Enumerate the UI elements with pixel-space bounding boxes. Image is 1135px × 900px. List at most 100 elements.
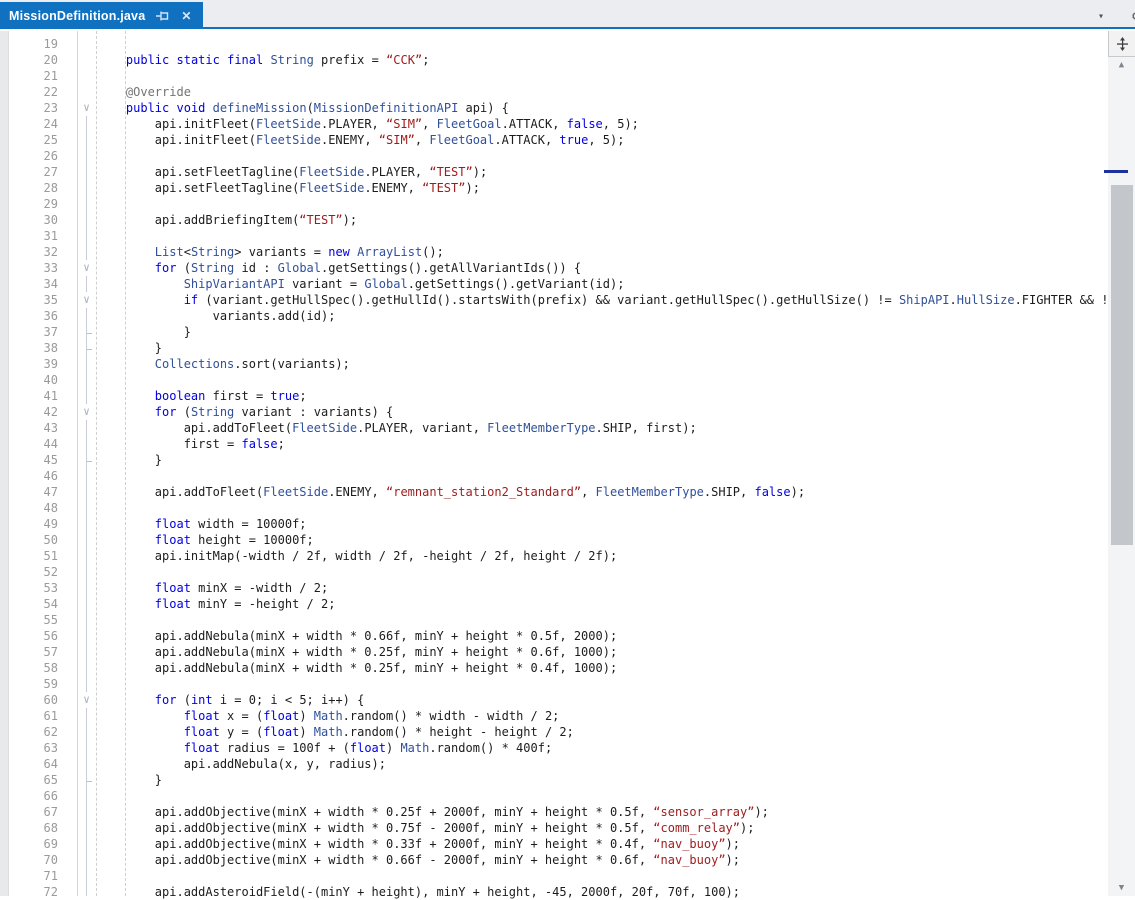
line-number[interactable]: 35 (10, 292, 58, 308)
line-number[interactable]: 36 (10, 308, 58, 324)
code-line[interactable]: 52 (0, 564, 1135, 580)
split-document-button[interactable] (1108, 31, 1135, 57)
line-number[interactable]: 48 (10, 500, 58, 516)
line-number[interactable]: 20 (10, 52, 58, 68)
code-line[interactable]: 51 api.initMap(-width / 2f, width / 2f, … (0, 548, 1135, 564)
code-line[interactable]: 38 } (0, 340, 1135, 356)
line-number[interactable]: 27 (10, 164, 58, 180)
code-line[interactable]: 56 api.addNebula(minX + width * 0.66f, m… (0, 628, 1135, 644)
line-number[interactable]: 59 (10, 676, 58, 692)
line-number[interactable]: 70 (10, 852, 58, 868)
code-line[interactable]: 19 (0, 36, 1135, 52)
close-icon[interactable]: ✕ (181, 9, 191, 23)
line-number[interactable]: 50 (10, 532, 58, 548)
line-number[interactable]: 58 (10, 660, 58, 676)
line-number[interactable]: 34 (10, 276, 58, 292)
code-line[interactable]: 29 (0, 196, 1135, 212)
code-line[interactable]: 37 } (0, 324, 1135, 340)
pin-icon[interactable] (156, 10, 170, 22)
code-line[interactable]: 23∨ public void defineMission(MissionDef… (0, 100, 1135, 116)
code-line[interactable]: 49 float width = 10000f; (0, 516, 1135, 532)
line-number[interactable]: 19 (10, 36, 58, 52)
line-number[interactable]: 32 (10, 244, 58, 260)
line-number[interactable]: 66 (10, 788, 58, 804)
line-number[interactable]: 44 (10, 436, 58, 452)
line-number[interactable]: 71 (10, 868, 58, 884)
code-line[interactable]: 63 float radius = 100f + (float) Math.ra… (0, 740, 1135, 756)
line-number[interactable]: 60 (10, 692, 58, 708)
code-line[interactable]: 36 variants.add(id); (0, 308, 1135, 324)
code-line[interactable]: 25 api.initFleet(FleetSide.ENEMY, “SIM”,… (0, 132, 1135, 148)
line-number[interactable]: 28 (10, 180, 58, 196)
code-line[interactable]: 30 api.addBriefingItem(“TEST”); (0, 212, 1135, 228)
line-number[interactable]: 67 (10, 804, 58, 820)
code-line[interactable]: 48 (0, 500, 1135, 516)
line-number[interactable]: 29 (10, 196, 58, 212)
line-number[interactable]: 51 (10, 548, 58, 564)
line-number[interactable]: 42 (10, 404, 58, 420)
code-line[interactable]: 45 } (0, 452, 1135, 468)
line-number[interactable]: 49 (10, 516, 58, 532)
line-number[interactable]: 41 (10, 388, 58, 404)
line-number[interactable]: 25 (10, 132, 58, 148)
line-number[interactable]: 52 (10, 564, 58, 580)
code-line[interactable]: 20 public static final String prefix = “… (0, 52, 1135, 68)
line-number[interactable]: 65 (10, 772, 58, 788)
code-line[interactable]: 40 (0, 372, 1135, 388)
code-line[interactable]: 50 float height = 10000f; (0, 532, 1135, 548)
code-line[interactable]: 67 api.addObjective(minX + width * 0.25f… (0, 804, 1135, 820)
code-line[interactable]: 41 boolean first = true; (0, 388, 1135, 404)
chevron-down-icon[interactable]: ▾ (1098, 11, 1104, 22)
fold-collapse-icon[interactable]: ∨ (80, 260, 93, 276)
code-line[interactable]: 70 api.addObjective(minX + width * 0.66f… (0, 852, 1135, 868)
code-line[interactable]: 68 api.addObjective(minX + width * 0.75f… (0, 820, 1135, 836)
code-editor[interactable]: 1920 public static final String prefix =… (0, 31, 1135, 896)
scrollbar[interactable]: ▲ ▼ (1108, 31, 1135, 896)
fold-collapse-icon[interactable]: ∨ (80, 692, 93, 708)
code-line[interactable]: 64 api.addNebula(x, y, radius); (0, 756, 1135, 772)
line-number[interactable]: 47 (10, 484, 58, 500)
line-number[interactable]: 68 (10, 820, 58, 836)
code-line[interactable]: 72 api.addAsteroidField(-(minY + height)… (0, 884, 1135, 900)
line-number[interactable]: 37 (10, 324, 58, 340)
code-line[interactable]: 55 (0, 612, 1135, 628)
line-number[interactable]: 39 (10, 356, 58, 372)
line-number[interactable]: 54 (10, 596, 58, 612)
scroll-up-button[interactable]: ▲ (1108, 60, 1135, 70)
line-number[interactable]: 31 (10, 228, 58, 244)
scrollbar-thumb[interactable] (1111, 185, 1133, 545)
line-number[interactable]: 43 (10, 420, 58, 436)
code-line[interactable]: 27 api.setFleetTagline(FleetSide.PLAYER,… (0, 164, 1135, 180)
line-number[interactable]: 22 (10, 84, 58, 100)
line-number[interactable]: 38 (10, 340, 58, 356)
code-line[interactable]: 46 (0, 468, 1135, 484)
code-line[interactable]: 65 } (0, 772, 1135, 788)
code-line[interactable]: 43 api.addToFleet(FleetSide.PLAYER, vari… (0, 420, 1135, 436)
line-number[interactable]: 55 (10, 612, 58, 628)
line-number[interactable]: 61 (10, 708, 58, 724)
line-number[interactable]: 63 (10, 740, 58, 756)
line-number[interactable]: 72 (10, 884, 58, 900)
line-number[interactable]: 21 (10, 68, 58, 84)
code-line[interactable]: 69 api.addObjective(minX + width * 0.33f… (0, 836, 1135, 852)
line-number[interactable]: 33 (10, 260, 58, 276)
line-number[interactable]: 53 (10, 580, 58, 596)
code-line[interactable]: 39 Collections.sort(variants); (0, 356, 1135, 372)
code-line[interactable]: 54 float minY = -height / 2; (0, 596, 1135, 612)
fold-collapse-icon[interactable]: ∨ (80, 404, 93, 420)
line-number[interactable]: 30 (10, 212, 58, 228)
line-number[interactable]: 56 (10, 628, 58, 644)
code-line[interactable]: 26 (0, 148, 1135, 164)
line-number[interactable]: 45 (10, 452, 58, 468)
code-line[interactable]: 34 ShipVariantAPI variant = Global.getSe… (0, 276, 1135, 292)
code-line[interactable]: 22 @Override (0, 84, 1135, 100)
line-number[interactable]: 24 (10, 116, 58, 132)
line-number[interactable]: 23 (10, 100, 58, 116)
line-number[interactable]: 69 (10, 836, 58, 852)
code-line[interactable]: 60∨ for (int i = 0; i < 5; i++) { (0, 692, 1135, 708)
fold-collapse-icon[interactable]: ∨ (80, 100, 93, 116)
code-line[interactable]: 44 first = false; (0, 436, 1135, 452)
tab-missiondefinition-java[interactable]: MissionDefinition.java ✕ (0, 2, 203, 29)
fold-collapse-icon[interactable]: ∨ (80, 292, 93, 308)
code-line[interactable]: 21 (0, 68, 1135, 84)
